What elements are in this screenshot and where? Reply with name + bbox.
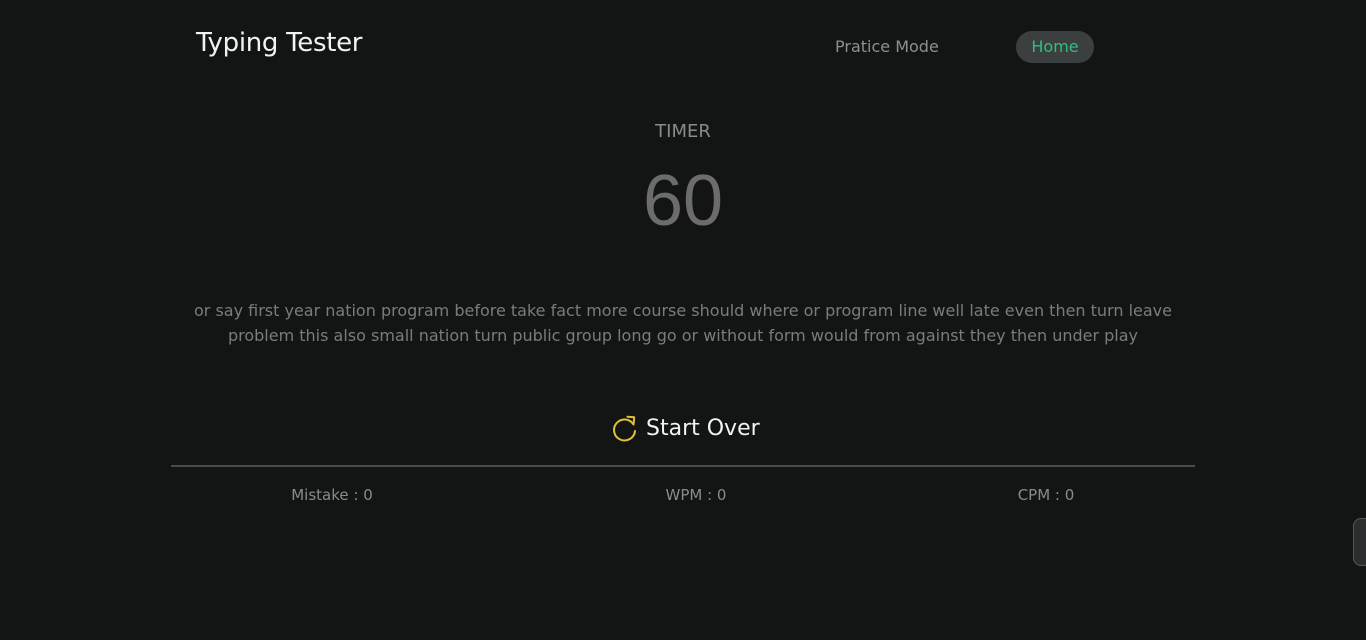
- wpm-count: WPM : 0: [665, 486, 727, 504]
- timer-label: TIMER: [655, 121, 711, 142]
- typing-passage[interactable]: or say first year nation program before …: [190, 298, 1176, 348]
- stats-divider: [171, 465, 1195, 467]
- nav-home-button[interactable]: Home: [1016, 31, 1094, 63]
- start-over-label: Start Over: [646, 415, 760, 441]
- timer-value: 60: [642, 161, 724, 241]
- typing-tester-page: Typing Tester Pratice Mode Home TIMER 60…: [0, 0, 1366, 640]
- start-over-button[interactable]: Start Over: [610, 412, 760, 444]
- restart-icon: [610, 414, 639, 443]
- nav-practice-mode[interactable]: Pratice Mode: [835, 37, 939, 56]
- mistake-count: Mistake : 0: [291, 486, 373, 504]
- app-title: Typing Tester: [196, 28, 363, 58]
- cpm-count: CPM : 0: [1017, 486, 1075, 504]
- side-panel-toggle[interactable]: [1353, 518, 1366, 566]
